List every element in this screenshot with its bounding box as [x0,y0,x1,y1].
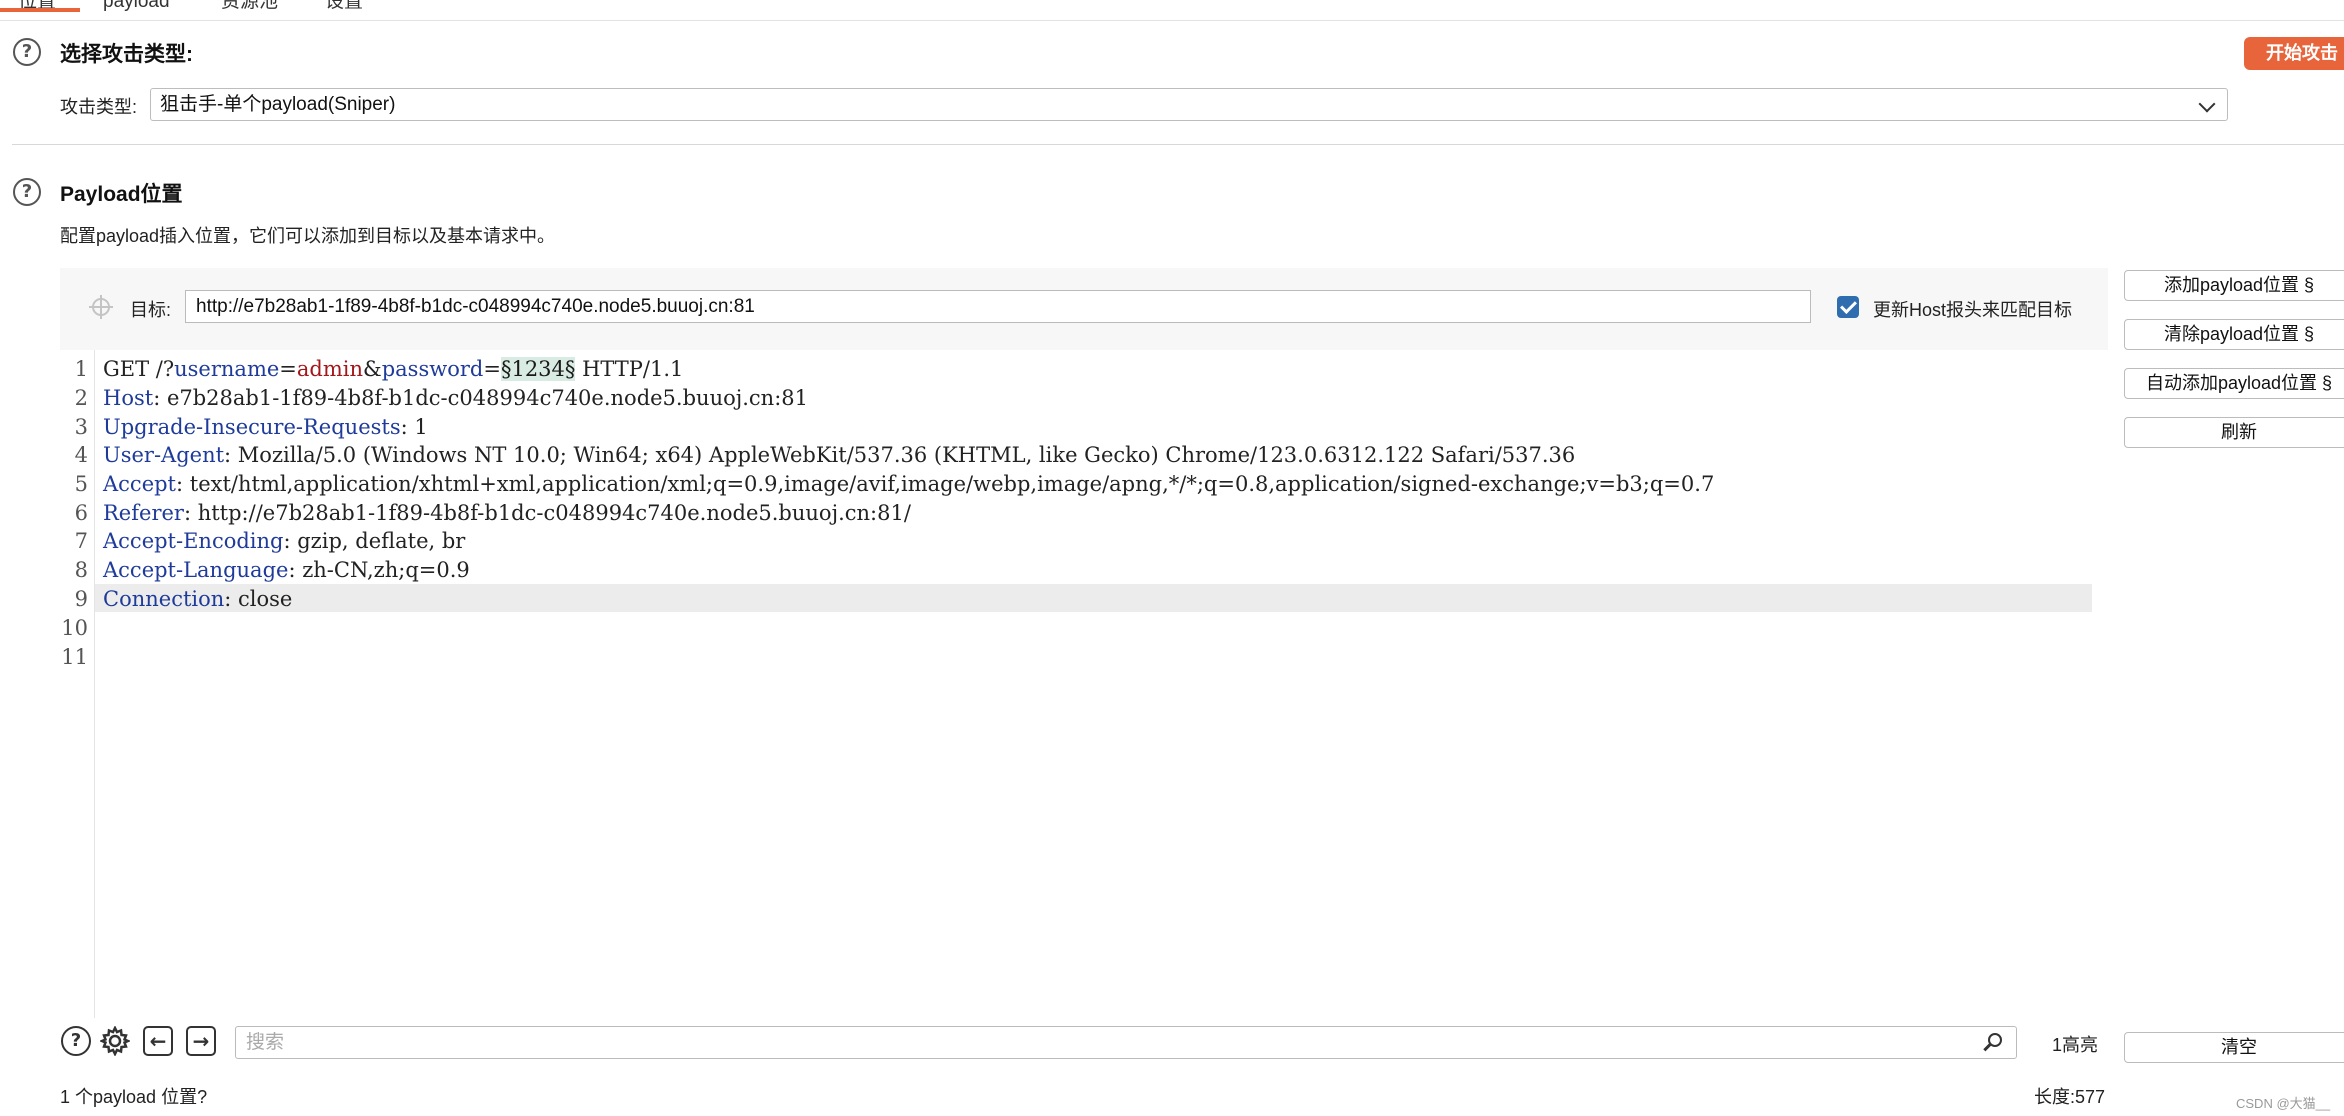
arrow-left-icon[interactable]: ← [143,1026,173,1056]
header-value: : close [224,587,293,611]
line-number: 4 [74,443,88,467]
target-input[interactable]: http://e7b28ab1-1f89-4b8f-b1dc-c048994c7… [185,290,1811,323]
http-version: HTTP/1.1 [575,357,684,381]
header-key: Upgrade-Insecure-Requests [103,415,401,439]
header-value: : gzip, deflate, br [283,529,466,553]
request-length: 长度:577 [2034,1087,2106,1107]
gear-icon[interactable] [98,1025,132,1057]
target-label: 目标: [130,300,172,320]
header-value: : Mozilla/5.0 (Windows NT 10.0; Win64; x… [224,443,1576,467]
crosshair-icon [89,295,113,319]
header-value: : e7b28ab1-1f89-4b8f-b1dc-c048994c740e.n… [153,386,809,410]
update-host-label: 更新Host报头来匹配目标 [1873,300,2073,320]
watermark: CSDN @大猫__ [2236,1096,2331,1111]
tab-positions[interactable]: 位置 [0,0,81,18]
header-key: Accept [103,472,176,496]
line-number: 2 [74,386,88,410]
header-value: : text/html,application/xhtml+xml,applic… [176,472,1715,496]
current-line-highlight [95,584,2092,612]
line-number: 10 [61,616,88,640]
header-line: Accept-Encoding: gzip, deflate, br [103,527,465,555]
param-key: username [174,357,280,381]
header-value: : http://e7b28ab1-1f89-4b8f-b1dc-c048994… [183,501,911,525]
request-line: GET /?username=admin&password=§1234§ HTT… [103,355,683,383]
header-key: Referer [103,501,184,525]
header-key: Host [103,386,154,410]
param-separator: & [363,357,382,381]
header-key: Accept-Language [103,558,289,582]
header-line: Connection: close [103,585,292,613]
help-icon[interactable]: ? [13,38,41,66]
header-line: User-Agent: Mozilla/5.0 (Windows NT 10.0… [103,441,1575,469]
attack-type-title: 选择攻击类型: [60,43,193,66]
start-attack-button[interactable]: 开始攻击 [2244,37,2344,70]
header-line: Upgrade-Insecure-Requests: 1 [103,413,428,441]
payload-marker[interactable]: §1234§ [500,357,576,381]
header-value: : zh-CN,zh;q=0.9 [288,558,470,582]
search-icon[interactable] [1988,1033,2002,1047]
refresh-button[interactable]: 刷新 [2124,417,2344,448]
param-eq: = [483,357,501,381]
payload-position-count: 1 个payload 位置? [60,1087,208,1107]
attack-type-value: 狙击手-单个payload(Sniper) [160,94,396,115]
header-line: Host: e7b28ab1-1f89-4b8f-b1dc-c048994c74… [103,384,808,412]
header-line: Accept-Language: zh-CN,zh;q=0.9 [103,556,470,584]
request-method: GET /? [103,357,175,381]
line-number: 9 [74,587,88,611]
divider [12,144,2344,145]
add-payload-position-button[interactable]: 添加payload位置 § [2124,270,2344,301]
line-number: 7 [74,529,88,553]
line-number: 11 [61,645,88,669]
payload-positions-title: Payload位置 [60,183,183,206]
attack-type-select[interactable]: 狙击手-单个payload(Sniper) [150,88,2228,121]
header-key: Connection [103,587,225,611]
search-input[interactable]: 搜索 [235,1026,2017,1059]
header-value: : 1 [400,415,428,439]
param-value: admin [296,357,364,381]
update-host-checkbox[interactable] [1837,296,1859,318]
param-key: password [381,357,484,381]
tab-bar: 位置 payload 资源池 设置 [0,0,2344,21]
tab-settings[interactable]: 设置 [325,0,363,18]
search-placeholder: 搜索 [246,1032,285,1053]
highlight-count: 1高亮 [2052,1035,2099,1055]
auto-add-payload-position-button[interactable]: 自动添加payload位置 § [2124,368,2344,399]
header-line: Referer: http://e7b28ab1-1f89-4b8f-b1dc-… [103,499,911,527]
tab-payload[interactable]: payload [103,0,170,18]
help-icon[interactable]: ? [13,178,41,206]
param-eq: = [279,357,297,381]
clear-payload-position-button[interactable]: 清除payload位置 § [2124,319,2344,350]
arrow-right-icon[interactable]: → [186,1026,216,1056]
clear-all-button[interactable]: 清空 [2124,1032,2344,1063]
tab-resource-pool[interactable]: 资源池 [221,0,278,18]
line-number: 8 [74,558,88,582]
line-number: 5 [74,472,88,496]
header-key: Accept-Encoding [103,529,284,553]
header-key: User-Agent [103,443,225,467]
line-number: 1 [74,357,88,381]
line-number: 3 [74,415,88,439]
header-line: Accept: text/html,application/xhtml+xml,… [103,470,1714,498]
line-number: 6 [74,501,88,525]
help-icon[interactable]: ? [61,1026,91,1056]
payload-positions-description: 配置payload插入位置，它们可以添加到目标以及基本请求中。 [60,226,556,246]
attack-type-label: 攻击类型: [60,97,138,117]
chevron-down-icon [2198,95,2216,113]
